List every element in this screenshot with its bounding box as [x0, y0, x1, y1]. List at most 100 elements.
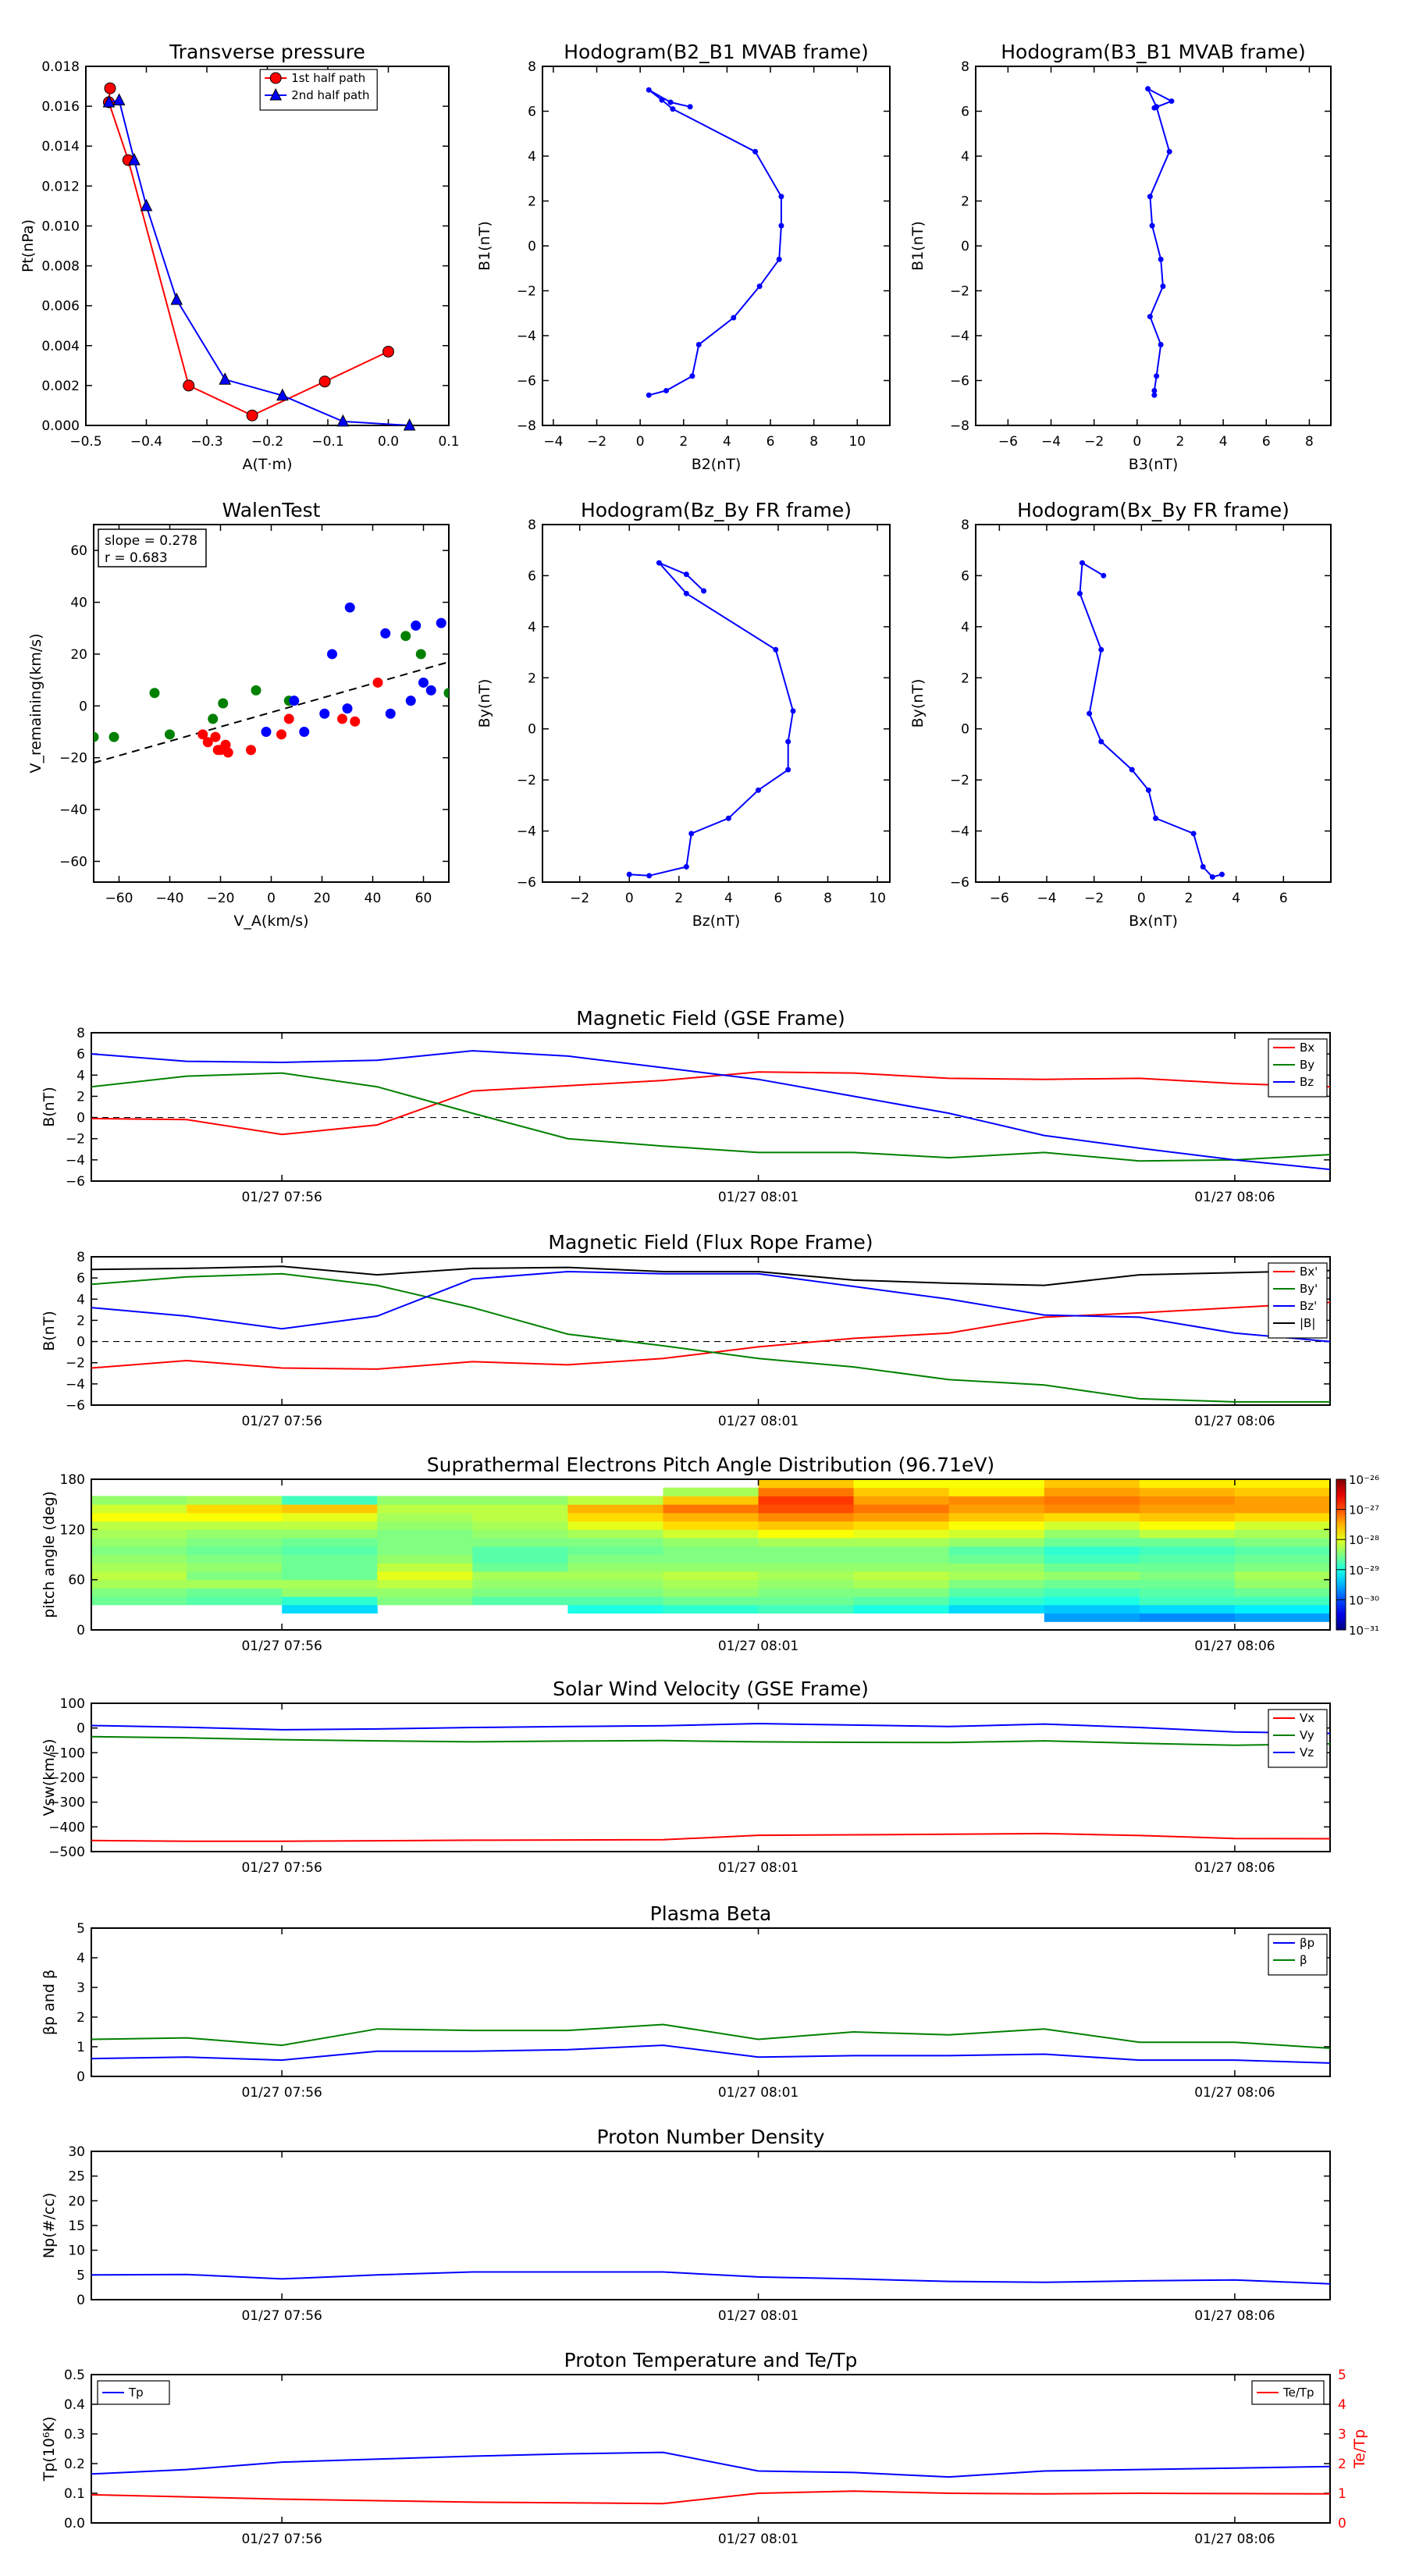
x-tick-label: 0 — [636, 434, 645, 450]
x-tick-label: −4 — [1037, 891, 1056, 906]
chart-title: Plasma Beta — [650, 1902, 772, 1925]
heatmap-cell — [1139, 1579, 1236, 1589]
heatmap-cell — [1234, 1563, 1331, 1572]
legend-label: Bz' — [1300, 1299, 1317, 1313]
legend-box — [1268, 1934, 1328, 1976]
heatmap-cell — [853, 1588, 950, 1597]
plot-frame — [542, 524, 891, 883]
legend: βp β — [1268, 1934, 1328, 1976]
y-tick-label: 4 — [528, 149, 536, 165]
colorbar-label: 10⁻²⁹ — [1349, 1564, 1379, 1578]
chart-title: Suprathermal Electrons Pitch Angle Distr… — [427, 1453, 994, 1476]
heatmap-cell — [1234, 1571, 1331, 1581]
heatmap-cell — [948, 1521, 1045, 1530]
heatmap-cell — [567, 1529, 663, 1539]
x-time-label: 01/27 07:56 — [241, 2532, 322, 2547]
y-tick-label: 2 — [528, 194, 536, 210]
data-point — [656, 560, 662, 566]
y-tick-label: 0.006 — [41, 299, 80, 315]
x-time-label: 01/27 08:01 — [718, 1860, 799, 1876]
data-point — [756, 283, 763, 290]
heatmap-cell — [472, 1521, 568, 1530]
data-point — [269, 72, 282, 84]
heatmap-cell — [187, 1512, 283, 1522]
legend: Te/Tp — [1251, 2380, 1325, 2405]
data-point — [1209, 873, 1215, 880]
heatmap-cell — [1234, 1554, 1331, 1564]
heatmap-cell — [187, 1538, 283, 1547]
x-tick-label: 2 — [1176, 434, 1185, 450]
data-point — [683, 571, 689, 578]
scatter-point — [108, 731, 119, 742]
heatmap-cell — [187, 1596, 283, 1606]
heatmap-cell — [91, 1579, 187, 1589]
x-tick-label: 0 — [267, 891, 276, 906]
heatmap-cell — [377, 1496, 473, 1505]
heatmap-cell — [377, 1563, 473, 1572]
heatmap-cell — [948, 1579, 1045, 1589]
chart-hodogram-bz-by: Hodogram(Bz_By FR frame) −6 −4 −2 0 2 4 6 8 −2 0 2 4… — [476, 499, 891, 930]
data-point — [683, 590, 689, 596]
data-point — [785, 738, 791, 745]
heatmap-cell — [1234, 1546, 1331, 1555]
heatmap-cell — [1234, 1521, 1331, 1530]
heatmap-cell — [377, 1596, 473, 1606]
data-point — [1147, 314, 1153, 320]
x-tick-label: 6 — [1262, 434, 1271, 450]
heatmap-cell — [187, 1554, 283, 1564]
heatmap-cell — [1139, 1504, 1236, 1514]
scatter-point — [337, 713, 347, 724]
heatmap-cell — [472, 1563, 568, 1572]
heatmap-cell — [758, 1554, 855, 1564]
y-tick-label: 0.014 — [41, 139, 80, 155]
heatmap-cell — [567, 1604, 663, 1614]
data-point — [725, 815, 731, 821]
heatmap-cell — [91, 1554, 187, 1564]
scatter-point — [443, 688, 449, 699]
colorbar-label: 10⁻²⁶ — [1349, 1473, 1379, 1487]
figure: Transverse pressure0.0000.0020.0040.0060… — [20, 41, 1379, 2547]
heatmap-cell — [948, 1554, 1045, 1564]
chart-title: WalenTest — [222, 499, 321, 521]
legend: Vx Vy Vz — [1268, 1709, 1328, 1768]
heatmap-cell — [187, 1546, 283, 1555]
heatmap-cell — [282, 1596, 378, 1606]
y-right-tick-label: 5 — [1338, 2368, 1346, 2383]
data-point — [701, 588, 707, 594]
y-tick-label: −40 — [59, 802, 87, 818]
heatmap-cell — [91, 1538, 187, 1547]
heatmap-cell — [758, 1538, 855, 1547]
heatmap-cell — [1044, 1571, 1140, 1581]
plot-frame — [91, 2151, 1331, 2300]
y-tick-label: −2 — [517, 284, 536, 300]
chart-transverse-pressure: Transverse pressure 0.000 0.002 0.004 0.006 0… — [20, 41, 460, 473]
plot-frame — [93, 524, 450, 883]
scatter-point — [342, 703, 353, 714]
x-axis-label: A(T·m) — [243, 456, 293, 473]
y-tick-label: 6 — [528, 568, 536, 584]
data-point — [646, 392, 652, 398]
series-line-0 — [91, 2271, 1330, 2285]
y-axis-label: Tp(10⁶K) — [41, 2417, 58, 2482]
x-tick-label: 4 — [724, 891, 733, 906]
data-point — [1098, 738, 1104, 745]
chart-pitch-angle-distribution: Suprathermal Electrons Pitch Angle Distr… — [41, 1453, 1379, 1654]
colorbar-label: 10⁻²⁸ — [1349, 1533, 1379, 1547]
y-axis-label: Np(#/cc) — [41, 2193, 58, 2258]
scatter-point — [276, 729, 286, 740]
y-tick-label: 0 — [528, 722, 536, 738]
data-point — [336, 414, 350, 427]
series-line-Vz — [91, 1722, 1330, 1735]
scatter-point — [251, 685, 261, 696]
y-tick-label: 60 — [68, 1573, 85, 1589]
scatter-point — [327, 649, 337, 660]
data-point — [1154, 104, 1160, 110]
heatmap-cell — [282, 1538, 378, 1547]
heatmap-cell — [187, 1563, 283, 1572]
legend-label: β — [1300, 1953, 1307, 1967]
y-tick-label: 6 — [961, 568, 969, 584]
colorbar-label: 10⁻²⁷ — [1349, 1503, 1379, 1517]
heatmap-cell — [377, 1588, 473, 1597]
x-time-label: 01/27 08:06 — [1194, 2085, 1275, 2101]
heatmap-cell — [663, 1487, 759, 1496]
